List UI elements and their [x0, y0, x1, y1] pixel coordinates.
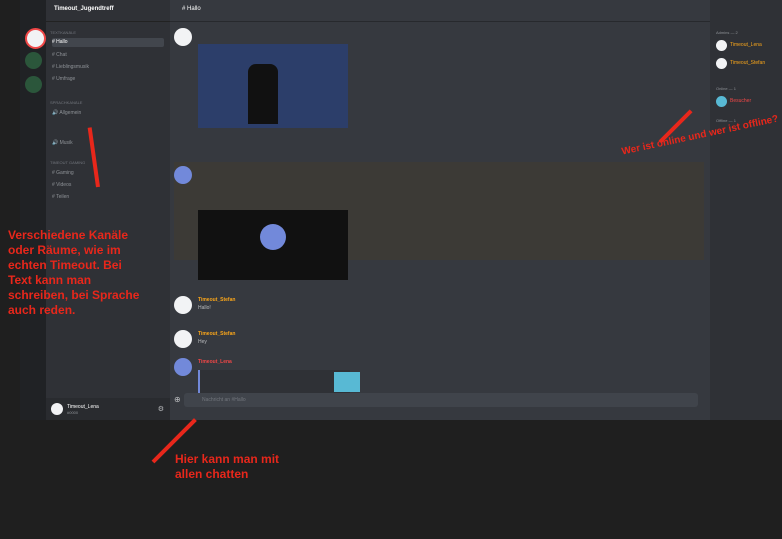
channel-videos[interactable]: # Videos — [52, 182, 71, 188]
avatar[interactable] — [716, 96, 727, 107]
server-list — [20, 0, 46, 420]
avatar[interactable] — [716, 40, 727, 51]
channel-lieblingsmusik[interactable]: # Lieblingsmusik — [52, 64, 89, 70]
channel-chat[interactable]: # Chat — [52, 52, 67, 58]
annotation-channels: Verschiedene Kanäle oder Räume, wie im e… — [8, 228, 140, 317]
add-server-icon[interactable] — [25, 52, 42, 69]
channel-sidebar: Timeout_Jugendtreff Textkanäle # Hallo #… — [46, 0, 170, 420]
member-group-online: Online — 1 — [716, 86, 737, 91]
member-name[interactable]: Timeout_Lena — [730, 42, 762, 48]
message-author[interactable]: Timeout_Stefan — [198, 297, 235, 303]
message-input[interactable]: Nachricht an #Hallo — [184, 393, 698, 407]
channel-hallo[interactable]: # Hallo — [52, 38, 164, 47]
message-text: Hallo! — [198, 305, 211, 311]
channel-gaming[interactable]: # Gaming — [52, 170, 74, 176]
add-file-icon[interactable]: ⊕ — [174, 395, 181, 404]
message-author[interactable]: Timeout_Lena — [198, 359, 232, 365]
member-list: Admins — 2 Timeout_Lena Timeout_Stefan O… — [710, 0, 782, 420]
voice-allgemein[interactable]: 🔊 Allgemein — [52, 110, 81, 116]
avatar[interactable] — [174, 358, 192, 376]
member-name[interactable]: Besucher — [730, 98, 751, 104]
user-panel: Timeout_Lena #0000 ⚙ — [46, 398, 170, 420]
discord-window: Timeout_Jugendtreff Textkanäle # Hallo #… — [20, 0, 782, 420]
avatar[interactable] — [174, 296, 192, 314]
embed-image — [334, 372, 360, 392]
video-embed[interactable] — [198, 44, 348, 128]
discord-embed[interactable] — [198, 210, 348, 280]
channel-umfrage[interactable]: # Umfrage — [52, 76, 75, 82]
server-icon[interactable] — [25, 28, 46, 49]
annotation-chat: Hier kann man mit allen chatten — [175, 452, 280, 481]
category-games[interactable]: Timeout Gaming — [50, 160, 85, 165]
rich-embed[interactable] — [198, 370, 350, 394]
channel-title: # Hallo — [170, 0, 710, 22]
message — [174, 162, 704, 280]
avatar[interactable] — [716, 58, 727, 69]
category-text[interactable]: Textkanäle — [50, 30, 76, 35]
chat-area: # Hallo Timeout_Stefan Hallo! Timeout_St… — [170, 0, 710, 420]
avatar[interactable] — [174, 330, 192, 348]
message-text: Hey — [198, 339, 207, 345]
server-name[interactable]: Timeout_Jugendtreff — [46, 0, 170, 22]
avatar[interactable] — [174, 28, 192, 46]
member-group-admins: Admins — 2 — [716, 30, 738, 35]
avatar[interactable] — [174, 166, 192, 184]
voice-musik[interactable]: 🔊 Musik — [52, 140, 73, 146]
category-voice[interactable]: Sprachkanäle — [50, 100, 82, 105]
user-tag: #0000 — [67, 410, 79, 415]
explore-icon[interactable] — [25, 76, 42, 93]
settings-icon[interactable]: ⚙ — [158, 405, 164, 413]
member-name[interactable]: Timeout_Stefan — [730, 60, 765, 66]
message-author[interactable]: Timeout_Stefan — [198, 331, 235, 337]
avatar[interactable] — [51, 403, 63, 415]
channel-teilen[interactable]: # Teilen — [52, 194, 69, 200]
